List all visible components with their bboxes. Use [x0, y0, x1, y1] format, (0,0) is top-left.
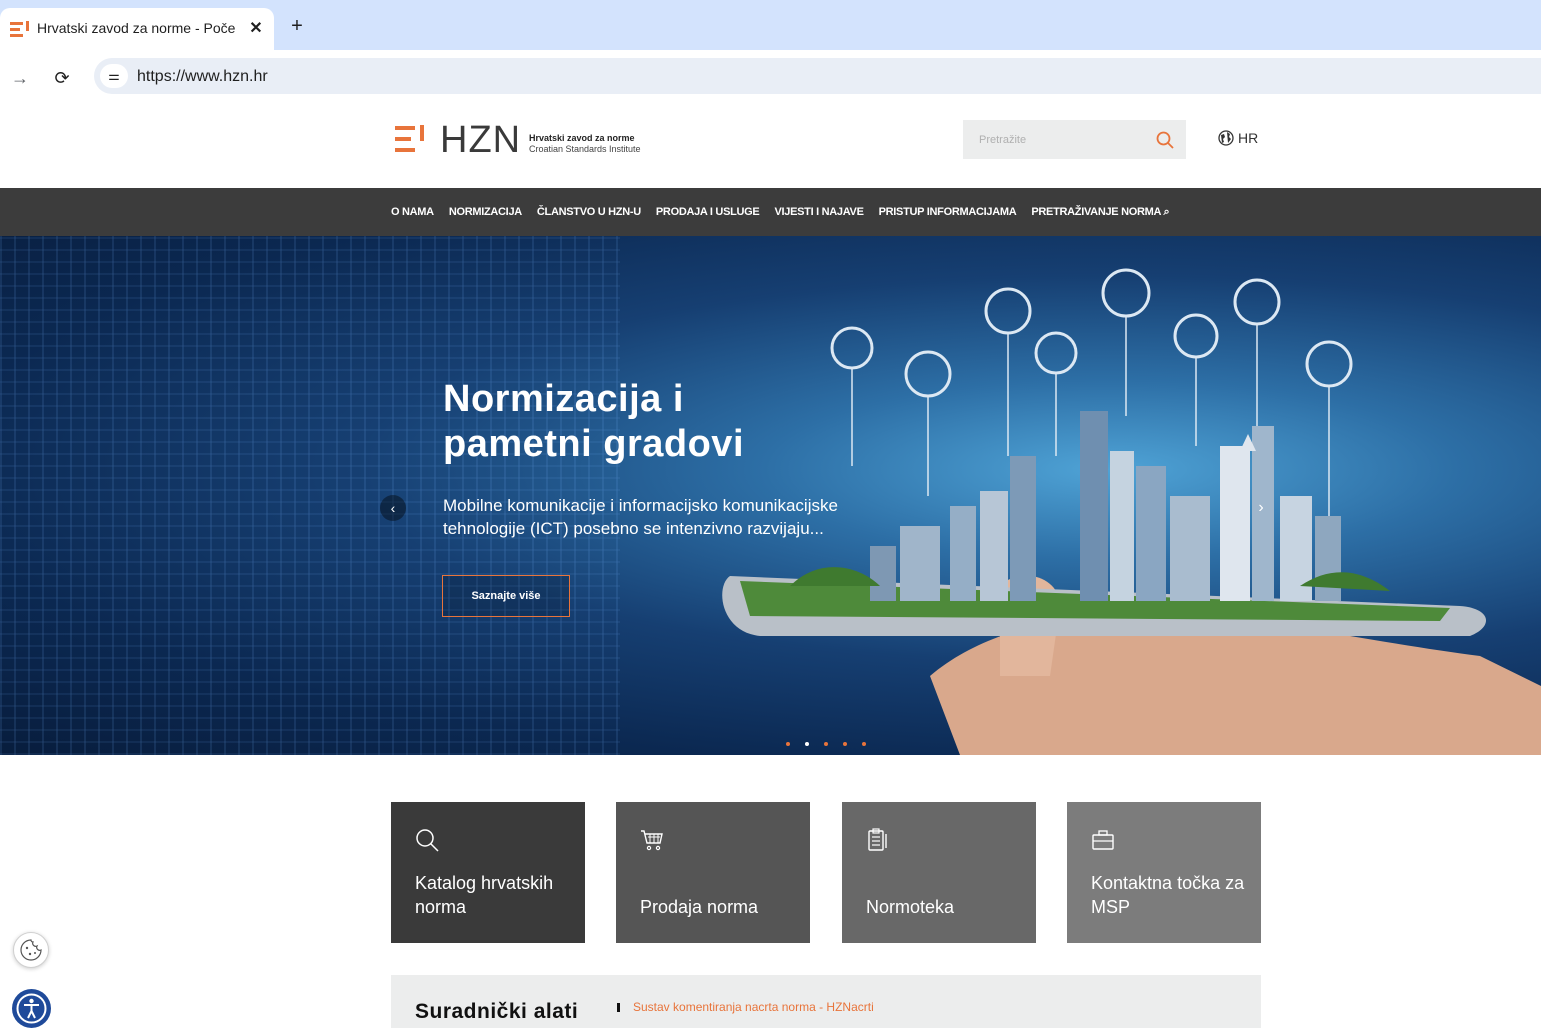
- tile-kontaktna-tocka[interactable]: Kontaktna točka za MSP: [1067, 802, 1261, 943]
- nav-item-prodaja[interactable]: PRODAJA I USLUGE: [656, 206, 760, 218]
- tile-katalog[interactable]: Katalog hrvatskih norma: [391, 802, 585, 943]
- hznacrti-link[interactable]: Sustav komentiranja nacrta norma - HZNac…: [633, 1000, 874, 1014]
- nav-item-normizacija[interactable]: NORMIZACIJA: [449, 206, 522, 218]
- slider-prev-icon[interactable]: ‹: [380, 495, 406, 521]
- document-icon: [868, 828, 887, 851]
- main-nav: O NAMA NORMIZACIJA ČLANSTVO U HZN-U PROD…: [0, 188, 1541, 236]
- accessibility-icon: [16, 993, 47, 1024]
- search-input[interactable]: [963, 120, 1143, 159]
- briefcase-icon: [1092, 830, 1114, 850]
- cookie-settings-button[interactable]: [13, 932, 49, 968]
- language-label: HR: [1238, 130, 1259, 146]
- cookie-icon: [20, 939, 42, 961]
- slider-dot[interactable]: [805, 742, 809, 746]
- hero-title-line-2: pametni gradovi: [443, 423, 744, 465]
- accessibility-button[interactable]: [12, 989, 51, 1028]
- hzn-favicon-icon: [10, 21, 29, 37]
- new-tab-button[interactable]: +: [285, 14, 309, 38]
- search-box: [963, 120, 1186, 159]
- browser-tab[interactable]: Hrvatski zavod za norme - Poče ✕: [0, 8, 274, 50]
- slider-dot[interactable]: [786, 742, 790, 746]
- hero-title-line-1: Normizacija i: [443, 378, 684, 420]
- nav-item-vijesti[interactable]: VIJESTI I NAJAVE: [774, 206, 863, 218]
- hero-description: Mobilne komunikacije i informacijsko kom…: [443, 496, 838, 538]
- site-settings-icon[interactable]: ⚌: [100, 64, 128, 88]
- tab-close-icon[interactable]: ✕: [244, 17, 268, 41]
- cart-icon: [641, 830, 663, 851]
- slider-dot[interactable]: [843, 742, 847, 746]
- browser-tab-bar: Hrvatski zavod za norme - Poče ✕ +: [0, 0, 1541, 50]
- tile-prodaja[interactable]: Prodaja norma: [616, 802, 810, 943]
- tile-label: Katalog hrvatskih norma: [415, 873, 554, 917]
- search-icon: [416, 829, 439, 852]
- slider-dots: [786, 742, 866, 746]
- url-text[interactable]: https://www.hzn.hr: [137, 68, 268, 86]
- forward-arrow-icon[interactable]: →: [8, 66, 32, 90]
- logo-subtitle: Hrvatski zavod za norme: [529, 133, 635, 143]
- tab-title: Hrvatski zavod za norme - Poče: [37, 20, 236, 36]
- nav-item-pristup[interactable]: PRISTUP INFORMACIJAMA: [879, 206, 1017, 218]
- tile-label: Normoteka: [866, 897, 955, 917]
- hero-title: Normizacija i pametni gradovi: [443, 377, 843, 467]
- collaboration-tools-title: Suradnički alati: [415, 1000, 579, 1023]
- learn-more-button[interactable]: Saznajte više: [442, 575, 570, 617]
- slider-dot[interactable]: [824, 742, 828, 746]
- globe-icon: [1218, 130, 1234, 146]
- tile-normoteka[interactable]: Normoteka: [842, 802, 1036, 943]
- nav-item-clanstvo[interactable]: ČLANSTVO U HZN-U: [537, 206, 641, 218]
- hzn-logo-icon[interactable]: [395, 125, 427, 153]
- collaboration-separator: [617, 1003, 620, 1012]
- omnibox[interactable]: [94, 58, 1541, 94]
- logo-subtitle-en: Croatian Standards Institute: [529, 144, 641, 154]
- reload-icon[interactable]: ⟳: [50, 66, 74, 90]
- nav-item-o-nama[interactable]: O NAMA: [391, 206, 434, 218]
- nav-item-pretrazivanje[interactable]: PRETRAŽIVANJE NORMA ⌕: [1031, 206, 1169, 219]
- slider-dot[interactable]: [862, 742, 866, 746]
- search-icon[interactable]: [1155, 130, 1175, 150]
- logo-text[interactable]: HZN: [440, 119, 521, 162]
- tile-label: Prodaja norma: [640, 897, 759, 917]
- language-switcher[interactable]: HR: [1218, 130, 1258, 146]
- tile-label: Kontaktna točka za MSP: [1091, 873, 1245, 917]
- slider-next-icon[interactable]: ›: [1248, 495, 1274, 521]
